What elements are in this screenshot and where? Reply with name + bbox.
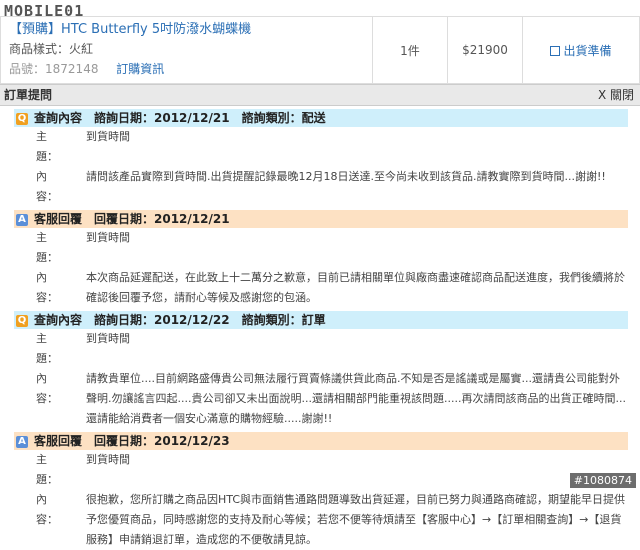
quantity-cell: 1件 bbox=[372, 16, 448, 84]
question-icon: Q bbox=[16, 314, 28, 327]
style-label: 商品樣式： bbox=[9, 42, 70, 56]
content-label: 內 容： bbox=[36, 493, 69, 526]
inquiry-header-text: 查詢內容 諮詢日期：2012/12/21 諮詢類別：配送 bbox=[34, 111, 326, 125]
inquiry-header-text: 查詢內容 諮詢日期：2012/12/22 諮詢類別：訂單 bbox=[34, 313, 326, 327]
ship-status-cell[interactable]: 出貨準備 bbox=[522, 16, 640, 84]
content-label: 內 容： bbox=[36, 271, 69, 304]
subject-label: 主 題： bbox=[36, 130, 69, 163]
subject-row: 主 題： 到貨時間 bbox=[36, 228, 628, 268]
subject-value: 到貨時間 bbox=[86, 453, 130, 466]
content-value: 很抱歉，您所訂購之商品因HTC與市面銷售通路問題導致出貨延遲，目前已努力與通路商… bbox=[86, 493, 626, 546]
panel-header: 訂單提問 X 關閉 bbox=[0, 84, 640, 106]
subject-value: 到貨時間 bbox=[86, 130, 130, 143]
product-style: 商品樣式：火紅 bbox=[9, 39, 364, 59]
content-value: 請問該產品實際到貨時間.出貨提醒記錄最晚12月18日送達.至今尚未收到該貨品.請… bbox=[86, 170, 606, 183]
content-label: 內 容： bbox=[36, 372, 69, 405]
content-row: 內 容： 很抱歉，您所訂購之商品因HTC與市面銷售通路問題導致出貨延遲，目前已努… bbox=[36, 490, 628, 550]
order-info-link[interactable]: 訂購資訊 bbox=[116, 62, 164, 76]
style-value: 火紅 bbox=[69, 42, 94, 56]
watermark: #1080874 bbox=[569, 473, 636, 488]
product-sku: 品號：1872148 訂購資訊 bbox=[9, 59, 364, 79]
panel-title: 訂單提問 bbox=[4, 88, 53, 102]
product-cell: 【預購】HTC Butterfly 5吋防潑水蝴蝶機 商品樣式：火紅 品號：18… bbox=[0, 16, 373, 84]
subject-row: 主 題： 到貨時間 bbox=[36, 329, 628, 369]
ship-status-icon bbox=[550, 46, 561, 56]
content-row: 內 容： 本次商品延遲配送，在此致上十二萬分之歉意，目前已請相關單位與廠商盡速確… bbox=[36, 268, 628, 308]
content-value: 請教貴單位....目前網路盛傳貴公司無法履行買賣條議供貨此商品.不知是否是謠議或… bbox=[86, 372, 626, 425]
reply-header-text: 客服回覆 回覆日期：2012/12/21 bbox=[34, 212, 230, 226]
content-row: 內 容： 請問該產品實際到貨時間.出貨提醒記錄最晚12月18日送達.至今尚未收到… bbox=[36, 167, 628, 207]
order-row: 【預購】HTC Butterfly 5吋防潑水蝴蝶機 商品樣式：火紅 品號：18… bbox=[0, 16, 640, 84]
price-cell: $21900 bbox=[447, 16, 523, 84]
content-row: 內 容： 請教貴單位....目前網路盛傳貴公司無法履行買賣條議供貨此商品.不知是… bbox=[36, 369, 628, 429]
question-icon: Q bbox=[16, 112, 28, 125]
subject-row: 主 題： 到貨時間 bbox=[36, 127, 628, 167]
subject-label: 主 題： bbox=[36, 332, 69, 365]
subject-label: 主 題： bbox=[36, 453, 69, 486]
subject-value: 到貨時間 bbox=[86, 231, 130, 244]
ship-status-label[interactable]: 出貨準備 bbox=[563, 44, 611, 58]
product-name-link[interactable]: 【預購】HTC Butterfly 5吋防潑水蝴蝶機 bbox=[9, 21, 364, 39]
subject-label: 主 題： bbox=[36, 231, 69, 264]
subject-row: 主 題： 到貨時間 bbox=[36, 450, 628, 490]
reply-header: A 客服回覆 回覆日期：2012/12/23 bbox=[14, 432, 628, 450]
answer-icon: A bbox=[16, 435, 28, 448]
close-button[interactable]: X 關閉 bbox=[598, 85, 634, 105]
inquiry-header: Q 查詢內容 諮詢日期：2012/12/21 諮詢類別：配送 bbox=[14, 109, 628, 127]
sku-label: 品號： bbox=[9, 62, 46, 76]
order-item-table: 【預購】HTC Butterfly 5吋防潑水蝴蝶機 商品樣式：火紅 品號：18… bbox=[0, 16, 640, 84]
answer-icon: A bbox=[16, 213, 28, 226]
sku-value: 1872148 bbox=[45, 62, 99, 76]
order-inquiry-panel: 訂單提問 X 關閉 Q 查詢內容 諮詢日期：2012/12/21 諮詢類別：配送 … bbox=[0, 84, 640, 546]
content-value: 本次商品延遲配送，在此致上十二萬分之歉意，目前已請相關單位與廠商盡速確認商品配送… bbox=[86, 271, 625, 304]
inquiry-header: Q 查詢內容 諮詢日期：2012/12/22 諮詢類別：訂單 bbox=[14, 311, 628, 329]
subject-value: 到貨時間 bbox=[86, 332, 130, 345]
reply-header: A 客服回覆 回覆日期：2012/12/21 bbox=[14, 210, 628, 228]
reply-header-text: 客服回覆 回覆日期：2012/12/23 bbox=[34, 434, 230, 448]
content-label: 內 容： bbox=[36, 170, 69, 203]
